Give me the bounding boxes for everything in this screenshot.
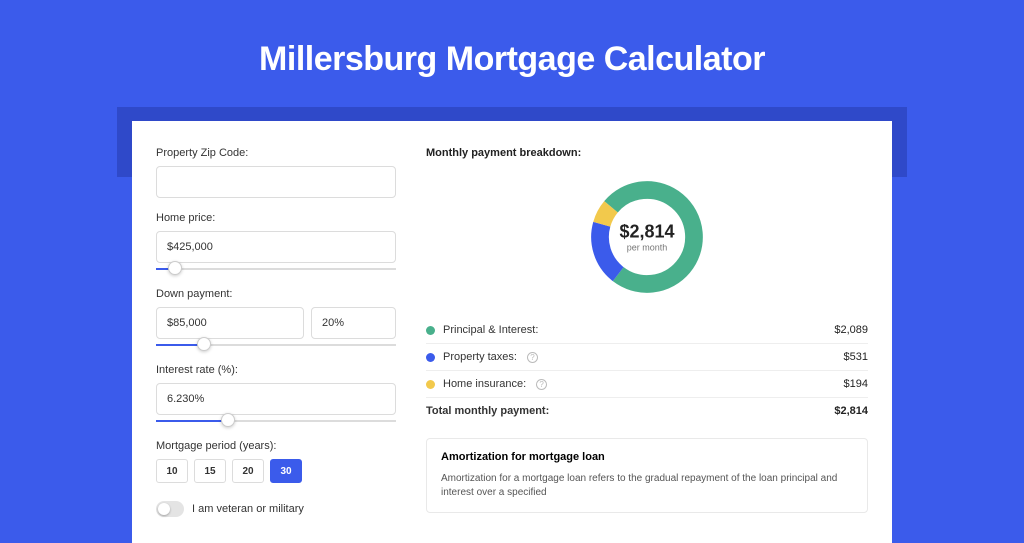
rate-label: Interest rate (%): [156,364,396,376]
down-label: Down payment: [156,288,396,300]
down-slider[interactable] [156,342,396,350]
amortization-card: Amortization for mortgage loan Amortizat… [426,438,868,513]
calculator-panel: Property Zip Code: Home price: Down paym… [132,121,892,543]
down-input[interactable] [156,307,304,339]
down-slider-thumb[interactable] [197,337,211,351]
price-label: Home price: [156,212,396,224]
period-btn-10[interactable]: 10 [156,459,188,483]
down-pct-input[interactable] [311,307,396,339]
legend-total-value: $2,814 [834,405,868,417]
header-stripe: Property Zip Code: Home price: Down paym… [117,107,907,177]
help-icon[interactable]: ? [527,352,538,363]
form-column: Property Zip Code: Home price: Down paym… [156,147,396,517]
rate-field-group: Interest rate (%): [156,364,396,426]
period-btn-30[interactable]: 30 [270,459,302,483]
legend-label: Home insurance: [443,378,526,390]
breakdown-header: Monthly payment breakdown: [426,147,868,159]
legend-label: Principal & Interest: [443,324,538,336]
zip-field-group: Property Zip Code: [156,147,396,198]
rate-input[interactable] [156,383,396,415]
zip-label: Property Zip Code: [156,147,396,159]
legend-dot-icon [426,380,435,389]
legend-dot-icon [426,353,435,362]
down-field-group: Down payment: [156,288,396,350]
rate-slider-thumb[interactable] [221,413,235,427]
donut-chart: $2,814 per month [426,175,868,299]
period-field-group: Mortgage period (years): 10152030 [156,440,396,483]
legend-row: Property taxes:? $531 [426,343,868,370]
price-input[interactable] [156,231,396,263]
legend-total-row: Total monthly payment: $2,814 [426,397,868,424]
veteran-toggle[interactable] [156,501,184,517]
page-title: Millersburg Mortgage Calculator [0,40,1024,79]
legend-value: $2,089 [834,324,868,336]
legend-value: $194 [844,378,868,390]
veteran-label: I am veteran or military [192,503,304,515]
legend-row: Home insurance:? $194 [426,370,868,397]
legend-value: $531 [844,351,868,363]
legend-label: Property taxes: [443,351,517,363]
legend-dot-icon [426,326,435,335]
donut-subtitle: per month [619,243,674,253]
rate-slider[interactable] [156,418,396,426]
breakdown-column: Monthly payment breakdown: $2,814 per mo… [426,147,868,517]
price-field-group: Home price: [156,212,396,274]
veteran-row: I am veteran or military [156,501,396,517]
legend-row: Principal & Interest: $2,089 [426,317,868,343]
period-btn-20[interactable]: 20 [232,459,264,483]
donut-amount: $2,814 [619,222,674,243]
period-btn-15[interactable]: 15 [194,459,226,483]
price-slider[interactable] [156,266,396,274]
period-buttons: 10152030 [156,459,396,483]
zip-input[interactable] [156,166,396,198]
period-label: Mortgage period (years): [156,440,396,452]
help-icon[interactable]: ? [536,379,547,390]
price-slider-thumb[interactable] [168,261,182,275]
legend: Principal & Interest: $2,089 Property taxe… [426,317,868,424]
amortization-title: Amortization for mortgage loan [441,451,853,463]
amortization-body: Amortization for a mortgage loan refers … [441,472,853,500]
legend-total-label: Total monthly payment: [426,405,549,417]
